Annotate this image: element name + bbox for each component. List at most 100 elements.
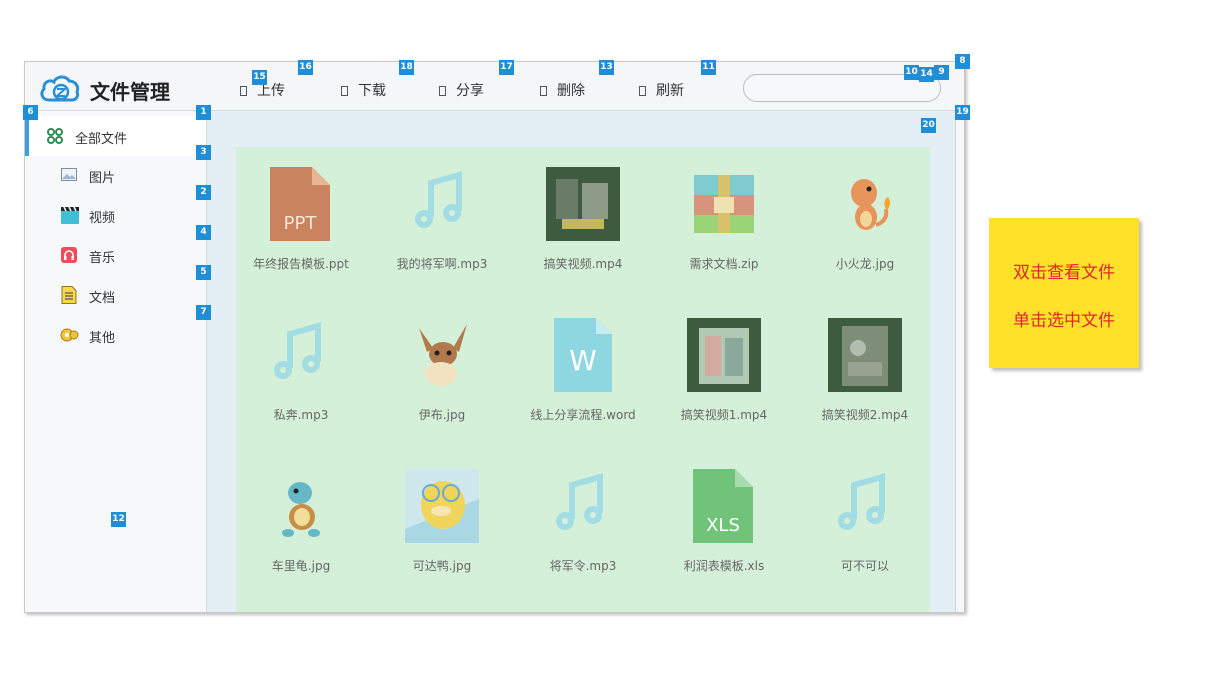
sidebar-item-videos[interactable]: 视频 — [25, 195, 206, 235]
annotation-badge: 2 — [196, 185, 211, 200]
file-item[interactable]: XLS 利润表模板.xls — [659, 453, 789, 573]
sidebar-item-music[interactable]: 音乐 — [25, 235, 206, 275]
share-label: 分享 — [456, 83, 484, 99]
music-note-icon — [838, 473, 885, 530]
annotation-badge: 12 — [111, 512, 126, 527]
file-item[interactable]: 将军令.mp3 — [518, 453, 648, 573]
file-item[interactable]: 搞笑视频2.mp4 — [800, 302, 930, 422]
share-button[interactable]: 分享 — [439, 80, 484, 100]
file-item[interactable]: 可达鸭.jpg — [377, 453, 507, 573]
share-icon — [439, 86, 446, 96]
annotation-badge: 13 — [599, 60, 614, 75]
delete-icon — [540, 86, 547, 96]
annotation-badge: 16 — [298, 60, 313, 75]
refresh-icon — [639, 86, 646, 96]
annotation-badge: 17 — [499, 60, 514, 75]
video-thumbnail — [828, 318, 902, 392]
annotation-badge: 18 — [399, 60, 414, 75]
note-line-2: 单击选中文件 — [1013, 311, 1115, 331]
music-note-icon — [415, 171, 462, 228]
annotation-badge: 11 — [701, 60, 716, 75]
file-item[interactable]: 伊布.jpg — [377, 302, 507, 422]
file-item[interactable]: PPT 年终报告模板.ppt — [236, 151, 366, 271]
file-name: 我的将军啊.mp3 — [396, 257, 488, 271]
annotation-badge: 1 — [196, 105, 211, 120]
clapperboard-icon — [61, 206, 79, 224]
sidebar-item-images[interactable]: 图片 — [25, 155, 206, 195]
annotation-badge: 10 — [904, 65, 919, 80]
image-icon — [61, 168, 77, 181]
file-grid: PPT 年终报告模板.ppt 我的将军啊.mp3 搞笑视频.mp4 需求文档.z… — [236, 147, 930, 612]
psyduck-image-thumbnail — [405, 469, 479, 543]
sidebar-item-all-files[interactable]: 全部文件 — [25, 116, 206, 156]
refresh-button[interactable]: 刷新 — [639, 80, 684, 100]
word-badge-text: W — [569, 344, 597, 377]
sidebar-item-label: 视频 — [89, 211, 116, 226]
annotation-badge: 20 — [921, 118, 936, 133]
other-icon — [60, 328, 79, 342]
sidebar-item-label: 全部文件 — [75, 132, 128, 147]
file-manager-window: 文件管理 上传 下载 分享 删除 刷新 全部文件 图片 视频 音乐 文档 其他 … — [24, 61, 965, 613]
file-item[interactable]: W 线上分享流程.word — [518, 302, 648, 422]
top-toolbar: 文件管理 上传 下载 分享 删除 刷新 — [25, 62, 964, 111]
grid-icon — [47, 128, 63, 144]
file-name: 可不可以 — [840, 559, 889, 573]
file-name: 需求文档.zip — [689, 257, 759, 271]
file-content-area: PPT 年终报告模板.ppt 我的将军啊.mp3 搞笑视频.mp4 需求文档.z… — [207, 111, 964, 612]
annotation-badge: 5 — [196, 265, 211, 280]
music-note-icon — [556, 473, 603, 530]
word-file-icon: W — [554, 318, 612, 392]
refresh-label: 刷新 — [656, 83, 684, 99]
sidebar-item-other[interactable]: 其他 — [25, 315, 206, 355]
file-item[interactable]: 搞笑视频1.mp4 — [659, 302, 789, 422]
annotation-badge: 8 — [955, 54, 970, 69]
sidebar-item-label: 图片 — [89, 171, 116, 186]
file-item[interactable]: 私奔.mp3 — [236, 302, 366, 422]
file-name: 伊布.jpg — [418, 408, 466, 422]
annotation-badge: 15 — [252, 70, 267, 85]
file-name: 线上分享流程.word — [530, 408, 636, 422]
file-name: 私奔.mp3 — [273, 408, 329, 422]
cloud-logo-icon — [40, 75, 80, 102]
app-title: 文件管理 — [90, 80, 170, 104]
delete-button[interactable]: 删除 — [540, 80, 585, 100]
file-item[interactable]: 需求文档.zip — [659, 151, 789, 271]
xls-file-icon: XLS — [693, 469, 753, 543]
upload-label: 上传 — [257, 83, 285, 99]
file-item[interactable]: 可不可以 — [800, 453, 930, 573]
sidebar: 全部文件 图片 视频 音乐 文档 其他 — [25, 111, 207, 612]
sidebar-item-label: 文档 — [89, 291, 116, 306]
file-item[interactable]: 小火龙.jpg — [800, 151, 930, 271]
note-line-1: 双击查看文件 — [1013, 263, 1115, 283]
video-thumbnail — [546, 167, 620, 241]
file-name: 利润表模板.xls — [683, 559, 765, 573]
file-item[interactable]: 搞笑视频.mp4 — [518, 151, 648, 271]
ppt-file-icon: PPT — [270, 167, 330, 241]
annotation-badge: 7 — [196, 305, 211, 320]
upload-icon — [240, 86, 247, 96]
annotation-badge: 6 — [23, 105, 38, 120]
eevee-image-thumbnail — [419, 324, 467, 386]
annotation-badge: 9 — [934, 65, 949, 80]
file-name: 可达鸭.jpg — [412, 559, 472, 573]
squirtle-image-thumbnail — [282, 482, 320, 537]
music-note-icon — [274, 322, 321, 379]
sidebar-item-documents[interactable]: 文档 — [25, 275, 206, 315]
sidebar-item-label: 音乐 — [89, 251, 116, 266]
charmander-image-thumbnail — [851, 179, 890, 230]
download-label: 下载 — [358, 83, 386, 99]
file-item[interactable]: 车里龟.jpg — [236, 453, 366, 573]
scrollbar[interactable] — [955, 111, 964, 612]
file-item[interactable]: 我的将军啊.mp3 — [377, 151, 507, 271]
download-button[interactable]: 下载 — [341, 80, 386, 100]
annotation-badge: 14 — [919, 67, 934, 82]
file-name: 将军令.mp3 — [549, 559, 617, 573]
headphones-icon — [61, 247, 77, 263]
file-name: 小火龙.jpg — [835, 257, 895, 271]
ppt-badge-text: PPT — [284, 213, 318, 234]
sidebar-item-label: 其他 — [89, 331, 116, 346]
file-name: 年终报告模板.ppt — [253, 257, 349, 271]
annotation-badge: 4 — [196, 225, 211, 240]
file-name: 搞笑视频2.mp4 — [821, 408, 909, 422]
file-name: 搞笑视频1.mp4 — [680, 408, 768, 422]
